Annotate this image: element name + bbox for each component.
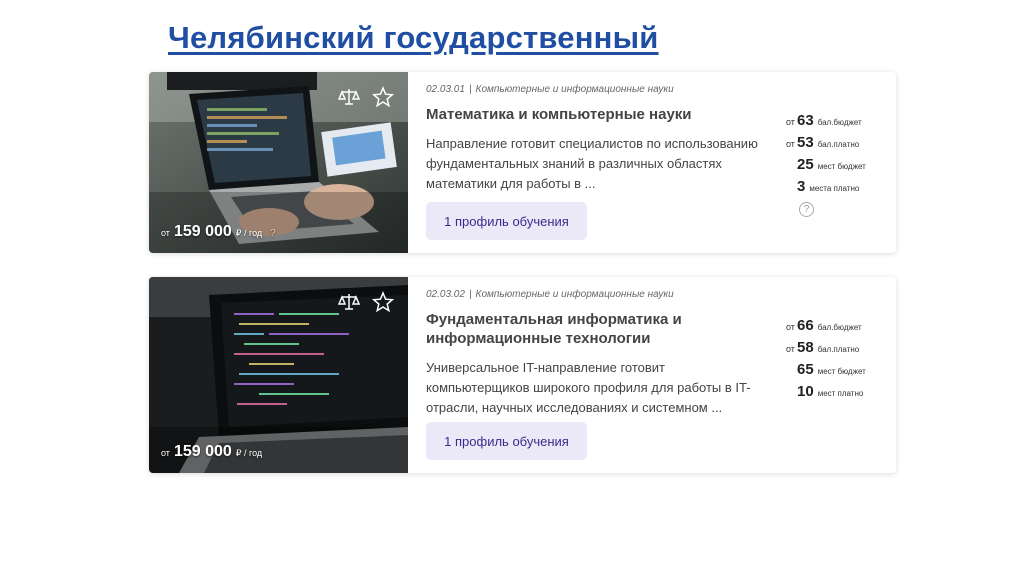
program-code-line: 02.03.02 | Компьютерные и информационные н…: [426, 289, 674, 300]
program-title[interactable]: Фундаментальная информатика и информацио…: [426, 310, 756, 348]
program-description: Универсальное IT-направление готовит ком…: [426, 360, 751, 415]
stat-label: мест платно: [817, 389, 864, 398]
favorite-star-icon[interactable]: [372, 291, 394, 313]
profile-button[interactable]: 1 профиль обучения: [426, 422, 587, 460]
stat-row: 10 мест платно: [786, 383, 886, 405]
compare-scales-icon[interactable]: [338, 291, 360, 313]
tuition-price: от 159 000 ₽ / год ?: [161, 223, 276, 241]
program-card[interactable]: от 159 000 ₽ / год 02.03.02 | Компьютерные…: [149, 277, 896, 473]
program-photo-laptop: от 159 000 ₽ / год ?: [149, 72, 408, 253]
stat-prefix: от: [786, 344, 795, 354]
program-code-line: 02.03.01 | Компьютерные и информационные н…: [426, 84, 674, 95]
stat-prefix: от: [786, 117, 795, 127]
price-prefix: от: [161, 228, 170, 238]
stat-prefix: от: [786, 139, 795, 149]
tuition-price: от 159 000 ₽ / год: [161, 443, 262, 461]
compare-scales-icon[interactable]: [338, 86, 360, 108]
program-category: Компьютерные и информационные науки: [475, 289, 674, 300]
stat-label: мест бюджет: [817, 162, 866, 171]
stats-help-icon[interactable]: ?: [799, 202, 814, 217]
price-prefix: от: [161, 448, 170, 458]
stat-value: 53: [797, 134, 814, 151]
price-unit: ₽ / год: [235, 448, 263, 458]
stat-value: 63: [797, 112, 814, 129]
stat-label: бал.платно: [817, 140, 860, 149]
stat-value: 65: [797, 361, 814, 378]
stat-row: 3 места платно: [786, 178, 886, 200]
stat-value: 66: [797, 317, 814, 334]
stat-value: 10: [797, 383, 814, 400]
stat-row: от 63 бал.бюджет: [786, 112, 886, 134]
page-title: Челябинский государственный: [168, 20, 659, 55]
stat-row: 25 мест бюджет: [786, 156, 886, 178]
program-category: Компьютерные и информационные науки: [475, 84, 674, 95]
stat-value: 3: [797, 178, 806, 195]
price-value: 159 000: [173, 443, 232, 460]
stat-row: 65 мест бюджет: [786, 361, 886, 383]
admission-stats: от 66 бал.бюджет от 58 бал.платно 65 мес…: [786, 317, 886, 405]
program-code: 02.03.02: [426, 289, 465, 300]
stat-value: 58: [797, 339, 814, 356]
price-unit: ₽ / год: [235, 228, 263, 238]
stat-label: бал.платно: [817, 345, 860, 354]
program-description: Направление готовит специалистов по испо…: [426, 136, 758, 191]
stat-label: бал.бюджет: [817, 323, 862, 332]
price-value: 159 000: [173, 223, 232, 240]
stat-value: 25: [797, 156, 814, 173]
stat-label: бал.бюджет: [817, 118, 862, 127]
admission-stats: от 63 бал.бюджет от 53 бал.платно 25 мес…: [786, 112, 886, 217]
stat-label: места платно: [809, 184, 860, 193]
price-help-icon[interactable]: ?: [270, 228, 276, 239]
favorite-star-icon[interactable]: [372, 86, 394, 108]
program-title[interactable]: Математика и компьютерные науки: [426, 105, 756, 124]
stat-row: от 53 бал.платно: [786, 134, 886, 156]
stat-row: от 58 бал.платно: [786, 339, 886, 361]
program-photo-code-laptop: от 159 000 ₽ / год: [149, 277, 408, 473]
stat-label: мест бюджет: [817, 367, 866, 376]
profile-button[interactable]: 1 профиль обучения: [426, 202, 587, 240]
stat-prefix: от: [786, 322, 795, 332]
program-card[interactable]: от 159 000 ₽ / год ? 02.03.01 | Компьютерн…: [149, 72, 896, 253]
stat-row: от 66 бал.бюджет: [786, 317, 886, 339]
program-code: 02.03.01: [426, 84, 465, 95]
